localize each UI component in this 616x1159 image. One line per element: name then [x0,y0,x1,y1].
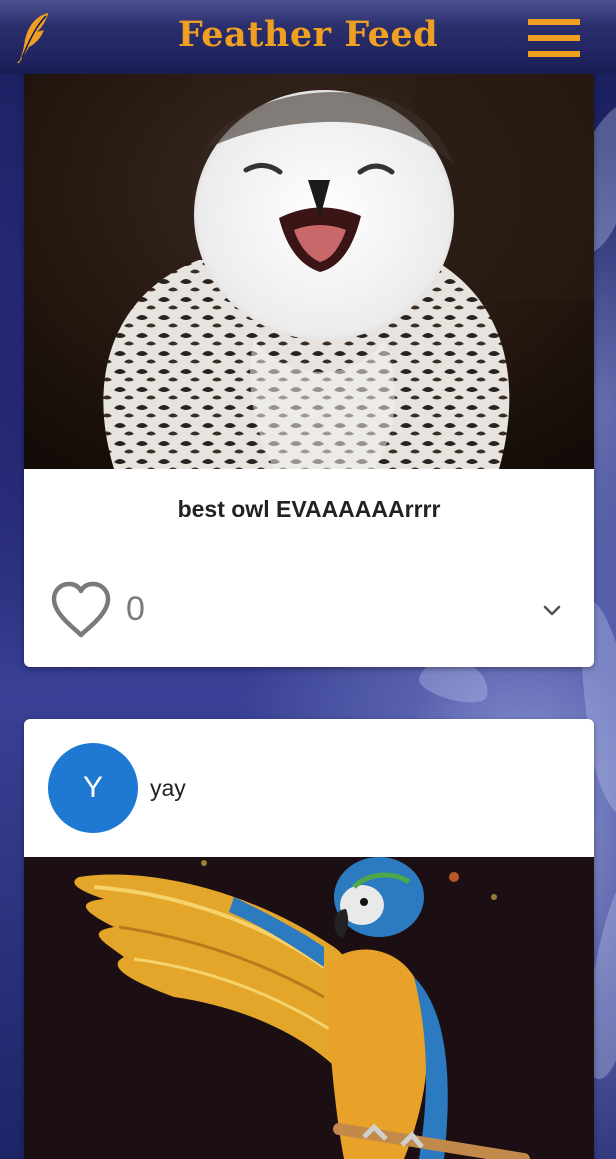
app-title: Feather Feed [177,14,439,55]
post-image-parrot[interactable] [24,857,594,1159]
post-image-owl[interactable] [24,40,594,469]
post-card: Y yay [24,719,594,1159]
avatar[interactable]: Y [48,743,138,833]
post-header: Y yay [24,719,594,857]
post-caption: best owl EVAAAAAArrrr [177,496,441,522]
post-card: best owl EVAAAAAArrrr 0 [24,40,594,667]
post-author[interactable]: yay [150,775,186,802]
heart-outline-icon[interactable] [50,580,112,640]
hamburger-menu-icon[interactable] [528,19,580,57]
app-header: Feather Feed [0,0,616,74]
like-count: 0 [126,590,145,628]
chevron-down-icon[interactable] [539,598,565,624]
